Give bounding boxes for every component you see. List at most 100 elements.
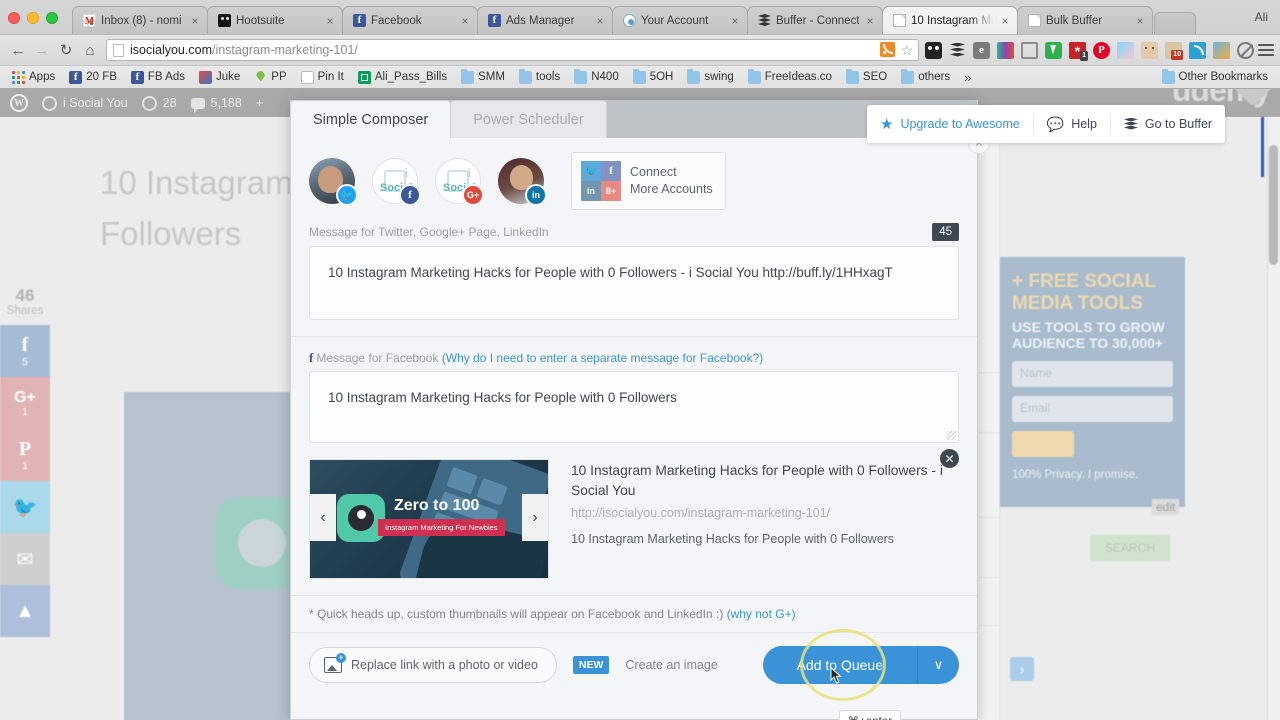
block-extension-icon[interactable] xyxy=(1237,41,1254,59)
evernote-icon[interactable] xyxy=(973,41,990,59)
bookmark-smm[interactable]: SMM xyxy=(455,68,511,85)
share-button-email[interactable]: ✉ xyxy=(0,533,50,585)
help-button[interactable]: 💬 Help xyxy=(1034,116,1110,133)
close-tab-icon[interactable]: × xyxy=(999,14,1011,28)
share-button-facebook[interactable]: f 5 xyxy=(0,325,50,377)
asterisk-extension-icon[interactable]: 1 xyxy=(1069,41,1088,61)
replace-link-button[interactable]: + Replace link with a photo or video xyxy=(309,647,557,683)
bookmarks-overflow-button[interactable]: » xyxy=(958,70,977,85)
image-extension-icon[interactable] xyxy=(1213,41,1230,59)
bookmark-pp[interactable]: PP xyxy=(248,70,292,85)
reload-button[interactable]: ↻ xyxy=(54,38,78,62)
bookmark-star-icon[interactable]: ☆ xyxy=(900,43,913,57)
forward-button[interactable]: → xyxy=(30,38,54,62)
browser-tab-buffer-connect[interactable]: Buffer - Connect × xyxy=(747,6,883,34)
bookmark-tools[interactable]: tools xyxy=(513,68,566,85)
browser-tab-ads-manager[interactable]: Ads Manager × xyxy=(477,6,613,34)
go-to-buffer-button[interactable]: Go to Buffer xyxy=(1111,117,1225,131)
remove-link-preview-icon[interactable]: ✕ xyxy=(940,449,959,468)
giraffe-extension-icon[interactable]: 10 xyxy=(1165,41,1183,60)
scrollbar-thumb[interactable] xyxy=(1269,145,1278,265)
account-twitter[interactable]: 🐦 xyxy=(309,158,358,206)
optin-email-field[interactable]: Email xyxy=(1012,396,1173,423)
browser-tab-inbox[interactable]: 8 Inbox (8) - nomi × xyxy=(72,6,208,34)
browser-tab-bulk-buffer[interactable]: Bulk Buffer × xyxy=(1017,6,1153,34)
facebook-help-link[interactable]: (Why do I need to enter a separate messa… xyxy=(442,351,764,365)
optin-name-field[interactable]: Name xyxy=(1012,361,1173,388)
pinterest-icon[interactable] xyxy=(1093,41,1110,59)
minimize-window-button[interactable] xyxy=(27,12,39,24)
feedly-icon[interactable] xyxy=(1045,41,1062,59)
browser-tab-facebook[interactable]: Facebook × xyxy=(342,6,478,34)
bookmark-pin-it[interactable]: Pin It xyxy=(295,70,350,85)
account-googleplus[interactable]: Social G+ xyxy=(435,158,484,206)
bookmark-5oh[interactable]: 5OH xyxy=(627,68,680,85)
browser-tab-instagram-article[interactable]: 10 Instagram Ma × xyxy=(882,6,1018,34)
tab-simple-composer[interactable]: Simple Composer xyxy=(290,100,452,138)
facebook-message-textarea[interactable]: 10 Instagram Marketing Hacks for People … xyxy=(309,371,959,443)
address-bar[interactable]: isocialyou.com/instagram-marketing-101/ … xyxy=(106,39,919,61)
wordpress-logo-icon[interactable] xyxy=(10,94,28,112)
close-tab-icon[interactable]: × xyxy=(324,14,336,28)
hootsuite-owl-icon[interactable] xyxy=(925,41,942,59)
close-tab-icon[interactable]: × xyxy=(864,14,876,28)
new-tab-button[interactable] xyxy=(1154,12,1196,34)
bookmark-swing[interactable]: swing xyxy=(681,68,739,85)
main-message-textarea[interactable]: 10 Instagram Marketing Hacks for People … xyxy=(309,246,959,320)
bookmark-juke[interactable]: Juke xyxy=(193,70,246,85)
thumbnail-prev-button[interactable]: ‹ xyxy=(310,494,336,541)
profile-button[interactable]: Ali xyxy=(1249,8,1274,26)
bookmark-seo[interactable]: SEO xyxy=(840,68,893,85)
add-to-queue-button[interactable]: Add to Queue xyxy=(762,646,917,684)
bookmark-apps[interactable]: Apps xyxy=(6,70,61,85)
thumbnail-next-button[interactable]: › xyxy=(522,494,548,541)
admin-bar-site-name[interactable]: i Social You xyxy=(42,95,128,111)
close-tab-icon[interactable]: × xyxy=(594,14,606,28)
close-tab-icon[interactable]: × xyxy=(729,14,741,28)
share-button-pinterest[interactable]: P 1 xyxy=(0,429,50,481)
edit-link[interactable]: edit xyxy=(1152,499,1180,515)
upgrade-to-awesome-button[interactable]: ★ Upgrade to Awesome xyxy=(867,115,1033,133)
other-bookmarks-folder[interactable]: Other Bookmarks xyxy=(1156,68,1274,85)
maximize-window-button[interactable] xyxy=(46,12,58,24)
character-extension-icon[interactable] xyxy=(1141,41,1158,59)
buffer-icon[interactable] xyxy=(949,42,966,59)
admin-bar-new[interactable]: + xyxy=(256,96,263,110)
page-info-icon[interactable] xyxy=(113,43,124,57)
close-tab-icon[interactable]: × xyxy=(459,14,471,28)
back-button[interactable]: ← xyxy=(6,38,30,62)
share-button-twitter[interactable]: 🐦 xyxy=(0,481,50,533)
browser-menu-button[interactable] xyxy=(1258,44,1274,56)
close-tab-icon[interactable]: × xyxy=(189,14,201,28)
carousel-next-icon[interactable]: › xyxy=(1010,657,1034,681)
home-button[interactable]: ⌂ xyxy=(78,38,102,62)
why-not-gplus-link[interactable]: (why not G+) xyxy=(727,607,796,621)
bookmark-freeideas[interactable]: FreeIdeas.co xyxy=(742,68,838,85)
bookmark-n400[interactable]: N400 xyxy=(568,68,625,85)
close-tab-icon[interactable]: × xyxy=(1134,14,1146,28)
admin-bar-updates[interactable]: 28 xyxy=(141,95,177,111)
rss-icon[interactable] xyxy=(880,42,896,57)
bookmark-ali-pass-bills[interactable]: Ali_Pass_Bills xyxy=(352,70,453,85)
connect-more-accounts-button[interactable]: 🐦 f in 8+ Connect More Accounts xyxy=(571,152,726,210)
note-extension-icon[interactable] xyxy=(1117,41,1134,59)
optin-submit-button[interactable] xyxy=(1012,431,1074,458)
tab-power-scheduler[interactable]: Power Scheduler xyxy=(450,100,607,138)
bookmark-20-fb[interactable]: 20 FB xyxy=(63,70,123,85)
share-button-googleplus[interactable]: G+ 1 xyxy=(0,377,50,429)
add-to-queue-dropdown[interactable]: ∨ xyxy=(917,646,959,684)
wifi-extension-icon[interactable] xyxy=(1189,41,1206,59)
bookmark-fb-ads[interactable]: FB Ads xyxy=(125,70,191,85)
admin-bar-comments[interactable]: 5,188 xyxy=(190,96,242,113)
account-facebook[interactable]: Social f xyxy=(372,158,421,206)
account-linkedin[interactable]: in xyxy=(498,158,547,206)
browser-tab-hootsuite[interactable]: Hootsuite × xyxy=(207,6,343,34)
close-window-button[interactable] xyxy=(8,12,20,24)
create-an-image-link[interactable]: Create an image xyxy=(625,658,717,672)
browser-tab-your-account[interactable]: Your Account × xyxy=(612,6,748,34)
colorful-extension-icon[interactable] xyxy=(997,41,1014,59)
page-scrollbar[interactable] xyxy=(1267,117,1280,720)
share-button-buffer[interactable]: ▲ xyxy=(0,585,50,637)
bookmark-others[interactable]: others xyxy=(895,68,956,85)
search-button[interactable]: SEARCH xyxy=(1090,535,1170,561)
